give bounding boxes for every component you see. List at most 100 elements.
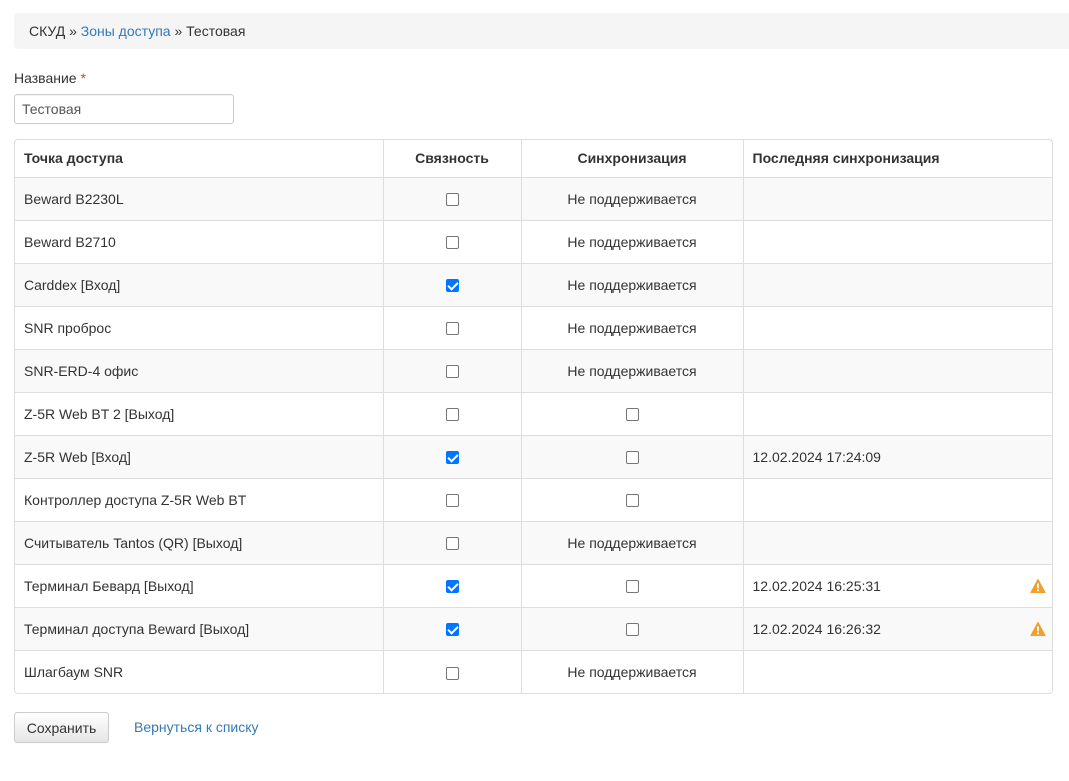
sync-checkbox[interactable]: [625, 623, 639, 637]
access-point-name: SNR проброс: [15, 305, 384, 349]
sync-unsupported-text: Не поддерживается: [567, 276, 697, 293]
header-connectivity: Связность: [383, 140, 522, 178]
access-point-name: Beward B2710: [15, 219, 384, 263]
last-sync-cell: [743, 219, 1052, 263]
connectivity-checkbox[interactable]: [445, 666, 459, 680]
table-row: Z-5R Web BT 2 [Выход]: [15, 391, 1052, 435]
connectivity-cell: [383, 305, 522, 349]
connectivity-checkbox[interactable]: [445, 580, 459, 594]
last-sync-cell: [743, 348, 1052, 392]
last-sync-time: 12.02.2024 17:24:09: [752, 448, 881, 465]
name-input[interactable]: [14, 94, 234, 124]
table-row: SNR проброс Не поддерживается: [15, 305, 1052, 349]
access-point-name: SNR-ERD-4 офис: [15, 348, 384, 392]
last-sync-cell: 12.02.2024 17:24:09: [743, 434, 1052, 478]
connectivity-checkbox[interactable]: [445, 365, 459, 379]
header-last-sync: Последняя синхронизация: [743, 140, 1052, 178]
table-row: Beward B2230L Не поддерживается: [15, 177, 1052, 220]
breadcrumb-separator: »: [174, 23, 183, 39]
table-row: SNR-ERD-4 офис Не поддерживается: [15, 348, 1052, 392]
access-point-name: Контроллер доступа Z-5R Web BT: [15, 477, 384, 521]
sync-cell: Не поддерживается: [521, 649, 744, 693]
connectivity-cell: [383, 606, 522, 650]
connectivity-checkbox[interactable]: [445, 408, 459, 422]
sync-unsupported-text: Не поддерживается: [567, 190, 697, 207]
access-point-name: Z-5R Web [Вход]: [15, 434, 384, 478]
last-sync-cell: [743, 305, 1052, 349]
connectivity-checkbox[interactable]: [445, 623, 459, 637]
required-mark: *: [80, 70, 86, 86]
table-row: Терминал Бевард [Выход] 12.02.2024 16:25:…: [15, 563, 1052, 607]
access-point-name: Beward B2230L: [15, 177, 384, 220]
connectivity-checkbox[interactable]: [445, 537, 459, 551]
connectivity-cell: [383, 434, 522, 478]
last-sync-cell: [743, 391, 1052, 435]
back-to-list-link[interactable]: Вернуться к списку: [134, 719, 259, 735]
sync-unsupported-text: Не поддерживается: [567, 319, 697, 336]
sync-cell: Не поддерживается: [521, 262, 744, 306]
access-points-table: Точка доступа Связность Синхронизация По…: [14, 139, 1053, 694]
connectivity-cell: [383, 520, 522, 564]
header-synchronization: Синхронизация: [521, 140, 744, 178]
breadcrumb-root: СКУД: [29, 23, 66, 39]
table-body: Beward B2230L Не поддерживается Beward B27…: [15, 177, 1052, 693]
access-point-name: Шлагбаум SNR: [15, 649, 384, 693]
sync-checkbox[interactable]: [625, 494, 639, 508]
connectivity-cell: [383, 262, 522, 306]
sync-cell: Не поддерживается: [521, 348, 744, 392]
last-sync-cell: [743, 520, 1052, 564]
last-sync-time: 12.02.2024 16:26:32: [752, 620, 881, 637]
sync-checkbox[interactable]: [625, 408, 639, 422]
last-sync-cell: 12.02.2024 16:26:32: [743, 606, 1052, 650]
breadcrumb: СКУД » Зоны доступа » Тестовая: [14, 13, 1069, 49]
table-row: Шлагбаум SNR Не поддерживается: [15, 649, 1052, 693]
sync-unsupported-text: Не поддерживается: [567, 663, 697, 680]
sync-cell: [521, 563, 744, 607]
connectivity-cell: [383, 649, 522, 693]
last-sync-cell: [743, 649, 1052, 693]
connectivity-checkbox[interactable]: [445, 279, 459, 293]
table-row: Терминал доступа Beward [Выход] 12.02.202…: [15, 606, 1052, 650]
sync-cell: [521, 391, 744, 435]
breadcrumb-link-access-zones[interactable]: Зоны доступа: [81, 23, 171, 39]
breadcrumb-separator: »: [69, 23, 77, 39]
access-point-name: Carddex [Вход]: [15, 262, 384, 306]
connectivity-checkbox[interactable]: [445, 494, 459, 508]
sync-unsupported-text: Не поддерживается: [567, 362, 697, 379]
table-header-row: Точка доступа Связность Синхронизация По…: [15, 140, 1052, 178]
sync-cell: [521, 434, 744, 478]
connectivity-checkbox[interactable]: [445, 451, 459, 465]
last-sync-time: 12.02.2024 16:25:31: [752, 577, 881, 594]
name-label-text: Название: [14, 70, 77, 86]
sync-cell: [521, 477, 744, 521]
connectivity-cell: [383, 348, 522, 392]
table-row: Beward B2710 Не поддерживается: [15, 219, 1052, 263]
table-row: Carddex [Вход] Не поддерживается: [15, 262, 1052, 306]
sync-cell: Не поддерживается: [521, 219, 744, 263]
connectivity-checkbox[interactable]: [445, 236, 459, 250]
sync-unsupported-text: Не поддерживается: [567, 233, 697, 250]
connectivity-cell: [383, 391, 522, 435]
sync-cell: [521, 606, 744, 650]
connectivity-cell: [383, 177, 522, 220]
warning-triangle-icon: [1030, 578, 1046, 593]
last-sync-cell: [743, 177, 1052, 220]
last-sync-cell: [743, 262, 1052, 306]
name-field-label: Название *: [14, 70, 86, 86]
last-sync-cell: [743, 477, 1052, 521]
connectivity-checkbox[interactable]: [445, 322, 459, 336]
sync-cell: Не поддерживается: [521, 305, 744, 349]
access-point-name: Z-5R Web BT 2 [Выход]: [15, 391, 384, 435]
connectivity-cell: [383, 477, 522, 521]
sync-cell: Не поддерживается: [521, 177, 744, 220]
connectivity-checkbox[interactable]: [445, 193, 459, 207]
header-access-point: Точка доступа: [15, 140, 384, 178]
last-sync-cell: 12.02.2024 16:25:31: [743, 563, 1052, 607]
table-row: Считыватель Tantos (QR) [Выход] Не поддер…: [15, 520, 1052, 564]
save-button[interactable]: Сохранить: [14, 712, 109, 743]
sync-checkbox[interactable]: [625, 580, 639, 594]
access-point-name: Терминал Бевард [Выход]: [15, 563, 384, 607]
sync-checkbox[interactable]: [625, 451, 639, 465]
warning-triangle-icon: [1030, 621, 1046, 636]
connectivity-cell: [383, 563, 522, 607]
